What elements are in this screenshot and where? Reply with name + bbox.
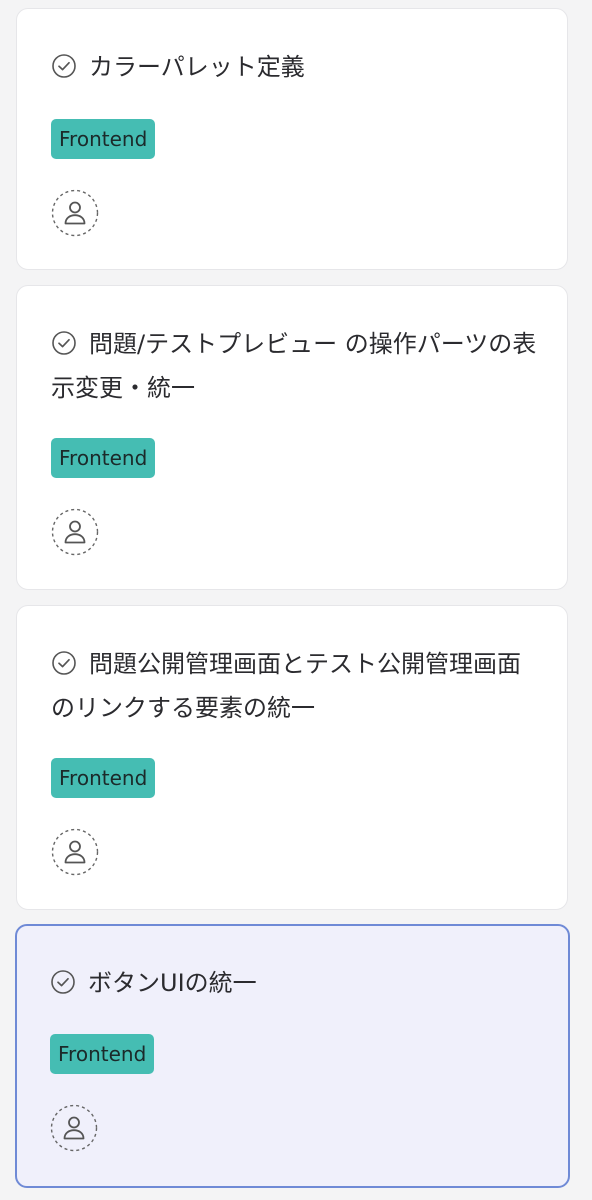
unassigned-user-icon[interactable] [51,828,99,876]
check-circle-icon[interactable] [51,650,77,676]
frontend-tag[interactable]: Frontend [51,438,156,478]
unassigned-user-icon[interactable] [51,508,99,556]
check-circle-icon[interactable] [50,969,76,995]
task-title-text: 問題/テストプレビュー の操作パーツの表示変更・統一 [51,330,537,402]
task-title: 問題公開管理画面とテスト公開管理画面のリンクする要素の統一 [51,642,537,730]
frontend-tag[interactable]: Frontend [51,758,156,798]
task-title-text: ボタンUIの統一 [88,969,257,997]
unassigned-user-icon[interactable] [51,189,99,237]
check-circle-icon[interactable] [51,330,77,356]
task-title: ボタンUIの統一 [50,961,538,1005]
frontend-tag[interactable]: Frontend [50,1034,155,1074]
task-title-text: カラーパレット定義 [89,53,305,81]
task-title-text: 問題公開管理画面とテスト公開管理画面のリンクする要素の統一 [51,650,521,722]
unassigned-user-icon[interactable] [50,1104,98,1152]
check-circle-icon[interactable] [51,53,77,79]
task-card[interactable]: 問題/テストプレビュー の操作パーツの表示変更・統一 Frontend [16,285,568,590]
task-title: カラーパレット定義 [51,45,537,89]
task-card[interactable]: カラーパレット定義 Frontend [16,8,568,270]
task-card[interactable]: 問題公開管理画面とテスト公開管理画面のリンクする要素の統一 Frontend [16,605,568,910]
frontend-tag[interactable]: Frontend [51,119,156,159]
task-title: 問題/テストプレビュー の操作パーツの表示変更・統一 [51,322,537,410]
task-card-selected[interactable]: ボタンUIの統一 Frontend [15,924,570,1188]
